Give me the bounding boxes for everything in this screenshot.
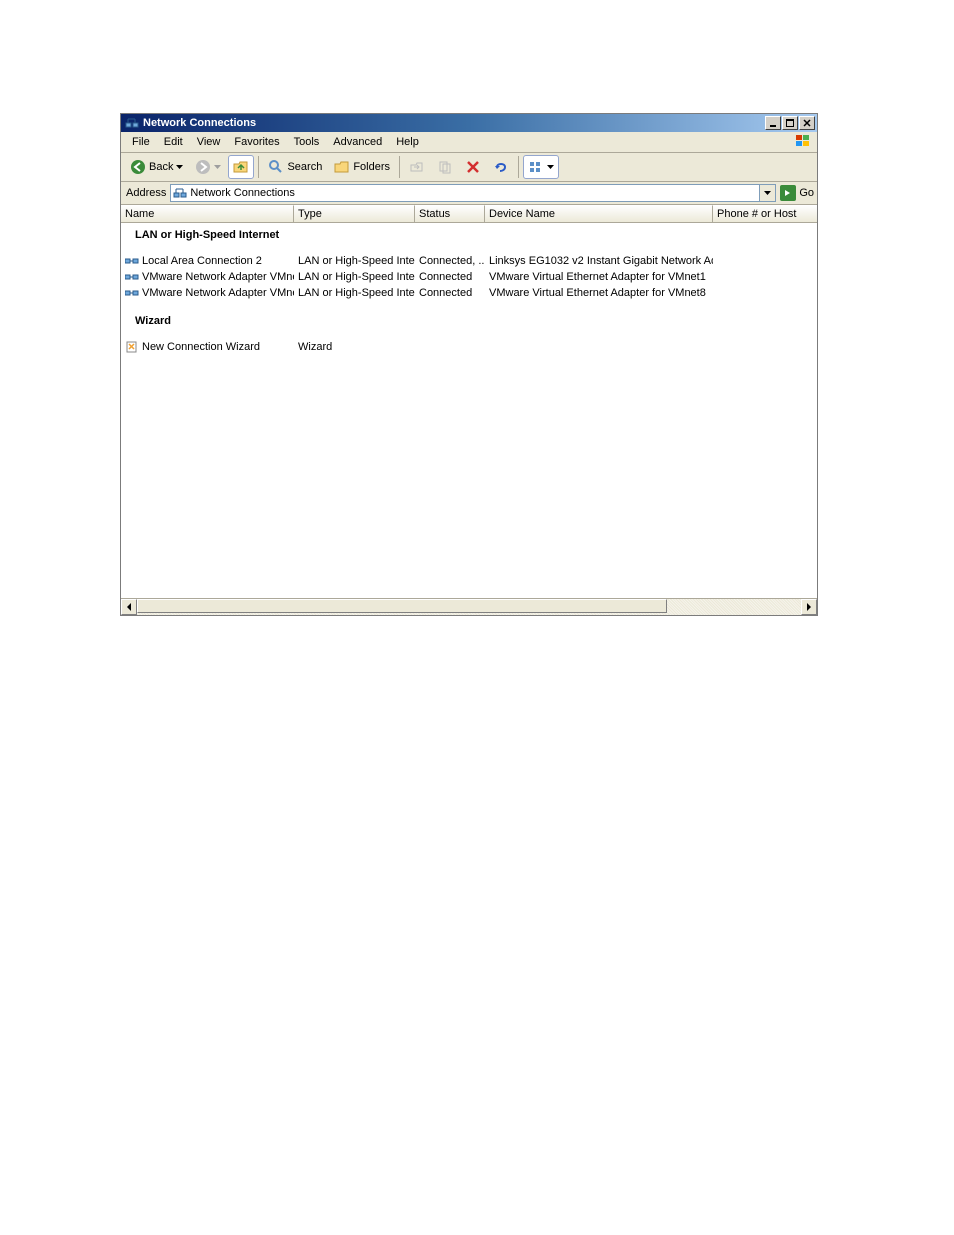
go-button[interactable]: Go xyxy=(780,184,814,202)
folders-icon xyxy=(334,159,350,175)
undo-button[interactable] xyxy=(488,155,514,179)
connection-icon xyxy=(125,255,139,267)
address-dropdown[interactable] xyxy=(760,184,776,202)
scroll-thumb[interactable] xyxy=(137,599,667,613)
list-item[interactable]: Local Area Connection 2 LAN or High-Spee… xyxy=(121,253,817,269)
titlebar[interactable]: Network Connections xyxy=(121,114,817,132)
copy-to-button[interactable] xyxy=(432,155,458,179)
address-value: Network Connections xyxy=(190,187,295,199)
group-header-wizard: Wizard xyxy=(121,309,817,331)
menu-help[interactable]: Help xyxy=(389,134,426,150)
column-header-status[interactable]: Status xyxy=(415,205,485,222)
chevron-down-icon xyxy=(176,165,183,169)
undo-icon xyxy=(493,159,509,175)
column-header-type[interactable]: Type xyxy=(294,205,415,222)
menu-favorites[interactable]: Favorites xyxy=(227,134,286,150)
window-title: Network Connections xyxy=(143,117,765,129)
chevron-down-icon xyxy=(547,165,554,169)
window: Network Connections File Edit View Favor… xyxy=(120,113,818,616)
chevron-down-icon xyxy=(214,165,221,169)
menu-file[interactable]: File xyxy=(125,134,157,150)
column-headers: Name Type Status Device Name Phone # or … xyxy=(121,205,817,223)
list-item[interactable]: VMware Network Adapter VMnet8 LAN or Hig… xyxy=(121,285,817,301)
menu-view[interactable]: View xyxy=(190,134,228,150)
views-icon xyxy=(528,159,544,175)
horizontal-scrollbar[interactable] xyxy=(121,598,817,615)
folders-button[interactable]: Folders xyxy=(329,155,395,179)
separator xyxy=(258,156,259,178)
separator xyxy=(399,156,400,178)
menubar: File Edit View Favorites Tools Advanced … xyxy=(121,132,817,153)
minimize-button[interactable] xyxy=(765,116,781,130)
wizard-icon xyxy=(125,341,139,353)
folder-up-icon xyxy=(233,159,249,175)
list-content: LAN or High-Speed Internet Local Area Co… xyxy=(121,223,817,598)
search-button[interactable]: Search xyxy=(263,155,327,179)
network-connections-icon xyxy=(125,116,139,130)
scroll-left-button[interactable] xyxy=(121,599,137,615)
views-button[interactable] xyxy=(523,155,559,179)
group-header-lan: LAN or High-Speed Internet xyxy=(121,223,817,245)
separator xyxy=(518,156,519,178)
forward-icon xyxy=(195,159,211,175)
address-bar: Address Network Connections Go xyxy=(121,182,817,205)
address-field[interactable]: Network Connections xyxy=(170,184,760,202)
windows-flag-icon xyxy=(793,133,815,150)
scroll-track[interactable] xyxy=(137,599,801,615)
maximize-button[interactable] xyxy=(782,116,798,130)
address-label: Address xyxy=(126,187,166,199)
connection-icon xyxy=(125,287,139,299)
forward-button[interactable] xyxy=(190,155,226,179)
menu-advanced[interactable]: Advanced xyxy=(326,134,389,150)
toolbar: Back Search Folders xyxy=(121,153,817,182)
search-icon xyxy=(268,159,284,175)
up-button[interactable] xyxy=(228,155,254,179)
move-to-button[interactable] xyxy=(404,155,430,179)
connection-icon xyxy=(125,271,139,283)
back-icon xyxy=(130,159,146,175)
menu-tools[interactable]: Tools xyxy=(287,134,327,150)
menu-edit[interactable]: Edit xyxy=(157,134,190,150)
column-header-name[interactable]: Name xyxy=(121,205,294,222)
back-button[interactable]: Back xyxy=(125,155,188,179)
delete-icon xyxy=(465,159,481,175)
list-item[interactable]: New Connection Wizard Wizard xyxy=(121,339,817,355)
go-icon xyxy=(780,185,796,201)
delete-button[interactable] xyxy=(460,155,486,179)
copy-to-icon xyxy=(437,159,453,175)
network-connections-icon xyxy=(173,186,187,200)
move-to-icon xyxy=(409,159,425,175)
scroll-right-button[interactable] xyxy=(801,599,817,615)
column-header-phone[interactable]: Phone # or Host xyxy=(713,205,817,222)
column-header-device[interactable]: Device Name xyxy=(485,205,713,222)
close-button[interactable] xyxy=(799,116,815,130)
list-item[interactable]: VMware Network Adapter VMnet1 LAN or Hig… xyxy=(121,269,817,285)
